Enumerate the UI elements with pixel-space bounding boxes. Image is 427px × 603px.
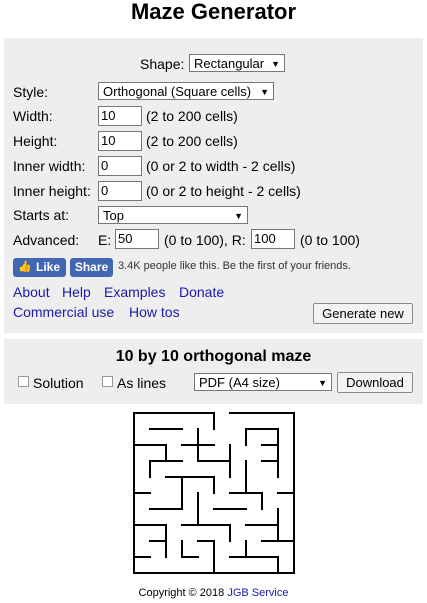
e-hint: (0 to 100), R: xyxy=(164,232,246,248)
solution-checkbox[interactable] xyxy=(18,376,29,387)
e-input[interactable]: 50 xyxy=(115,229,159,249)
r-input[interactable]: 100 xyxy=(251,229,295,249)
about-link[interactable]: About xyxy=(13,284,50,300)
options-panel: Shape: Rectangular ▼ Style: Orthogonal (… xyxy=(4,38,423,333)
inner-width-label: Inner width: xyxy=(13,158,86,174)
maze-image xyxy=(133,412,295,574)
generate-new-button[interactable]: Generate new xyxy=(313,303,413,324)
inner-width-hint: (0 or 2 to width - 2 cells) xyxy=(146,158,296,174)
inner-height-label: Inner height: xyxy=(13,183,91,199)
thumbs-up-icon: 👍 xyxy=(18,261,32,273)
height-hint: (2 to 200 cells) xyxy=(146,133,238,149)
height-label: Height: xyxy=(13,133,58,149)
shape-select[interactable]: Rectangular ▼ xyxy=(189,54,285,72)
style-label: Style: xyxy=(13,84,49,100)
chevron-down-icon: ▼ xyxy=(318,378,327,388)
width-label: Width: xyxy=(13,108,53,124)
how-tos-link[interactable]: How tos xyxy=(129,304,180,320)
shape-value: Rectangular xyxy=(194,56,265,71)
width-input[interactable]: 10 xyxy=(98,106,142,126)
chevron-down-icon: ▼ xyxy=(234,211,243,221)
footer: Copyright © 2018 JGB Service xyxy=(0,587,427,599)
inner-height-input[interactable]: 0 xyxy=(98,181,142,201)
facebook-share-button[interactable]: Share xyxy=(70,258,113,277)
share-label: Share xyxy=(74,260,109,274)
like-label: Like xyxy=(36,260,61,274)
r-hint: (0 to 100) xyxy=(300,232,360,248)
copyright-text: Copyright © 2018 xyxy=(138,587,225,599)
solution-label: Solution xyxy=(33,375,84,391)
inner-height-hint: (0 or 2 to height - 2 cells) xyxy=(146,183,301,199)
starts-at-label: Starts at: xyxy=(13,207,70,223)
jgb-service-link[interactable]: JGB Service xyxy=(227,587,288,599)
format-select[interactable]: PDF (A4 size) ▼ xyxy=(194,373,332,391)
help-link[interactable]: Help xyxy=(62,284,91,300)
as-lines-checkbox[interactable] xyxy=(102,376,113,387)
page-title: Maze Generator xyxy=(130,0,297,24)
maze-heading: 10 by 10 orthogonal maze xyxy=(115,348,312,365)
as-lines-label: As lines xyxy=(117,375,167,391)
height-input[interactable]: 10 xyxy=(98,131,142,151)
starts-at-value: Top xyxy=(103,208,124,223)
facebook-like-button[interactable]: 👍 Like xyxy=(13,258,66,277)
width-hint: (2 to 200 cells) xyxy=(146,108,238,124)
shape-label: Shape: xyxy=(140,56,185,72)
chevron-down-icon: ▼ xyxy=(271,59,280,69)
starts-at-select[interactable]: Top ▼ xyxy=(98,206,248,224)
donate-link[interactable]: Donate xyxy=(179,284,224,300)
result-panel: 10 by 10 orthogonal maze Solution As lin… xyxy=(4,339,423,404)
advanced-label: Advanced: xyxy=(13,232,80,248)
style-select[interactable]: Orthogonal (Square cells) ▼ xyxy=(98,82,274,100)
style-value: Orthogonal (Square cells) xyxy=(103,84,252,99)
format-value: PDF (A4 size) xyxy=(199,375,280,390)
chevron-down-icon: ▼ xyxy=(260,87,269,97)
examples-link[interactable]: Examples xyxy=(104,284,165,300)
likes-text: 3.4K people like this. Be the first of y… xyxy=(118,260,351,272)
e-label: E: xyxy=(98,232,112,248)
download-button[interactable]: Download xyxy=(337,372,413,393)
commercial-use-link[interactable]: Commercial use xyxy=(13,304,114,320)
inner-width-input[interactable]: 0 xyxy=(98,156,142,176)
